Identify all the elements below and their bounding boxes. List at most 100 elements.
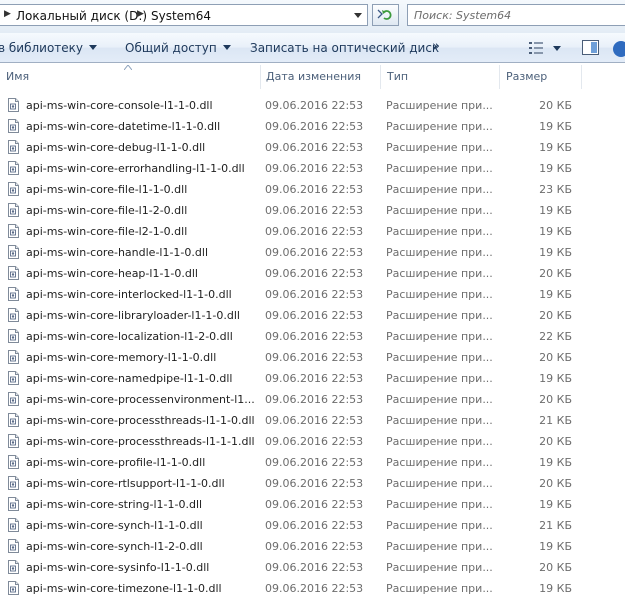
file-size: 19 КБ [539, 288, 572, 301]
file-type: Расширение при... [386, 267, 493, 280]
file-row[interactable]: api-ms-win-core-synch-l1-2-0.dll 09.06.20… [0, 536, 625, 557]
file-row[interactable]: api-ms-win-core-processthreads-l1-1-0.dl… [0, 410, 625, 431]
file-date: 09.06.2016 22:53 [265, 288, 364, 301]
file-row[interactable]: api-ms-win-core-rtlsupport-l1-1-0.dll 09.… [0, 473, 625, 494]
file-size: 20 КБ [539, 477, 572, 490]
file-row[interactable]: api-ms-win-core-errorhandling-l1-1-0.dll… [0, 158, 625, 179]
file-name: api-ms-win-core-console-l1-1-0.dll [26, 99, 213, 112]
breadcrumb-drive[interactable]: Локальный диск (D:) [16, 9, 147, 23]
file-row[interactable]: api-ms-win-core-synch-l1-1-0.dll 09.06.20… [0, 515, 625, 536]
dll-file-icon [8, 119, 19, 133]
file-type: Расширение при... [386, 288, 493, 301]
file-type: Расширение при... [386, 498, 493, 511]
dll-file-icon [8, 245, 19, 259]
file-row[interactable]: api-ms-win-core-localization-l1-2-0.dll 0… [0, 326, 625, 347]
column-header-type[interactable]: Тип [387, 70, 408, 83]
file-row[interactable]: api-ms-win-core-timezone-l1-1-0.dll 09.06… [0, 578, 625, 599]
column-divider[interactable] [260, 65, 261, 89]
file-row[interactable]: api-ms-win-core-file-l2-1-0.dll 09.06.201… [0, 221, 625, 242]
file-date: 09.06.2016 22:53 [265, 183, 364, 196]
breadcrumb-folder[interactable]: System64 [151, 9, 211, 23]
file-row[interactable]: api-ms-win-core-string-l1-1-0.dll 09.06.2… [0, 494, 625, 515]
file-row[interactable]: api-ms-win-core-memory-l1-1-0.dll 09.06.2… [0, 347, 625, 368]
file-name: api-ms-win-core-datetime-l1-1-0.dll [26, 120, 221, 133]
dll-file-icon [8, 497, 19, 511]
file-row[interactable]: api-ms-win-core-profile-l1-1-0.dll 09.06.… [0, 452, 625, 473]
burn-button[interactable]: Записать на оптический диск [250, 41, 439, 55]
breadcrumb-separator-icon[interactable]: ▶ [137, 9, 144, 19]
file-size: 19 КБ [539, 582, 572, 595]
search-box[interactable] [407, 4, 625, 26]
dll-file-icon [8, 203, 19, 217]
file-name: api-ms-win-core-processthreads-l1-1-1.dl… [26, 435, 255, 448]
dll-file-icon [8, 98, 19, 112]
file-date: 09.06.2016 22:53 [265, 519, 364, 532]
file-name: api-ms-win-core-profile-l1-1-0.dll [26, 456, 206, 469]
file-date: 09.06.2016 22:53 [265, 393, 364, 406]
file-date: 09.06.2016 22:53 [265, 330, 364, 343]
address-dropdown-icon[interactable] [354, 13, 362, 18]
file-size: 19 КБ [539, 498, 572, 511]
column-divider[interactable] [499, 65, 500, 89]
file-row[interactable]: api-ms-win-core-interlocked-l1-1-0.dll 09… [0, 284, 625, 305]
file-name: api-ms-win-core-interlocked-l1-1-0.dll [26, 288, 232, 301]
file-size: 20 КБ [539, 561, 572, 574]
column-header-name[interactable]: Имя [6, 70, 29, 83]
file-date: 09.06.2016 22:53 [265, 372, 364, 385]
file-row[interactable]: api-ms-win-core-file-l1-2-0.dll 09.06.201… [0, 200, 625, 221]
dll-file-icon [8, 392, 19, 406]
file-date: 09.06.2016 22:53 [265, 561, 364, 574]
file-name: api-ms-win-core-sysinfo-l1-1-0.dll [26, 561, 210, 574]
file-size: 19 КБ [539, 141, 572, 154]
file-type: Расширение при... [386, 309, 493, 322]
file-name: api-ms-win-core-synch-l1-1-0.dll [26, 519, 203, 532]
file-type: Расширение при... [386, 435, 493, 448]
file-row[interactable]: api-ms-win-core-heap-l1-1-0.dll 09.06.201… [0, 263, 625, 284]
help-icon[interactable] [613, 41, 625, 57]
file-name: api-ms-win-core-libraryloader-l1-1-0.dll [26, 309, 240, 322]
file-row[interactable]: api-ms-win-core-file-l1-1-0.dll 09.06.201… [0, 179, 625, 200]
file-date: 09.06.2016 22:53 [265, 582, 364, 595]
file-date: 09.06.2016 22:53 [265, 414, 364, 427]
file-name: api-ms-win-core-processthreads-l1-1-0.dl… [26, 414, 255, 427]
search-input[interactable] [414, 7, 614, 23]
file-type: Расширение при... [386, 183, 493, 196]
file-type: Расширение при... [386, 162, 493, 175]
file-name: api-ms-win-core-handle-l1-1-0.dll [26, 246, 208, 259]
address-bar[interactable]: ▶ Локальный диск (D:) ▶ System64 [0, 4, 368, 26]
file-size: 19 КБ [539, 246, 572, 259]
file-row[interactable]: api-ms-win-core-debug-l1-1-0.dll 09.06.20… [0, 137, 625, 158]
file-name: api-ms-win-core-file-l1-2-0.dll [26, 204, 188, 217]
refresh-button[interactable] [372, 4, 399, 26]
file-size: 20 КБ [539, 435, 572, 448]
breadcrumb-separator-icon[interactable]: ▶ [4, 9, 11, 19]
file-size: 23 КБ [539, 183, 572, 196]
column-divider[interactable] [581, 65, 582, 89]
file-row[interactable]: api-ms-win-core-namedpipe-l1-1-0.dll 09.0… [0, 368, 625, 389]
file-row[interactable]: api-ms-win-core-processenvironment-l1...… [0, 389, 625, 410]
view-details-icon[interactable] [529, 42, 543, 54]
file-row[interactable]: api-ms-win-core-console-l1-1-0.dll 09.06.… [0, 95, 625, 116]
dll-file-icon [8, 287, 19, 301]
column-divider[interactable] [380, 65, 381, 89]
add-to-library-button[interactable]: в библиотеку [0, 41, 98, 55]
file-date: 09.06.2016 22:53 [265, 99, 364, 112]
file-name: api-ms-win-core-string-l1-1-0.dll [26, 498, 203, 511]
file-row[interactable]: api-ms-win-core-sysinfo-l1-1-0.dll 09.06.… [0, 557, 625, 578]
file-size: 19 КБ [539, 162, 572, 175]
view-options-dropdown-icon[interactable] [553, 46, 561, 51]
file-row[interactable]: api-ms-win-core-handle-l1-1-0.dll 09.06.2… [0, 242, 625, 263]
dll-file-icon [8, 182, 19, 196]
more-commands-button[interactable]: » [432, 39, 440, 54]
file-row[interactable]: api-ms-win-core-processthreads-l1-1-1.dl… [0, 431, 625, 452]
column-header-size[interactable]: Размер [506, 70, 547, 83]
dll-file-icon [8, 560, 19, 574]
preview-pane-icon[interactable] [582, 40, 599, 55]
file-size: 20 КБ [539, 351, 572, 364]
file-row[interactable]: api-ms-win-core-datetime-l1-1-0.dll 09.06… [0, 116, 625, 137]
file-type: Расширение при... [386, 141, 493, 154]
file-row[interactable]: api-ms-win-core-libraryloader-l1-1-0.dll… [0, 305, 625, 326]
share-button[interactable]: Общий доступ [125, 41, 231, 55]
column-header-date[interactable]: Дата изменения [266, 70, 361, 83]
file-name: api-ms-win-core-file-l1-1-0.dll [26, 183, 188, 196]
